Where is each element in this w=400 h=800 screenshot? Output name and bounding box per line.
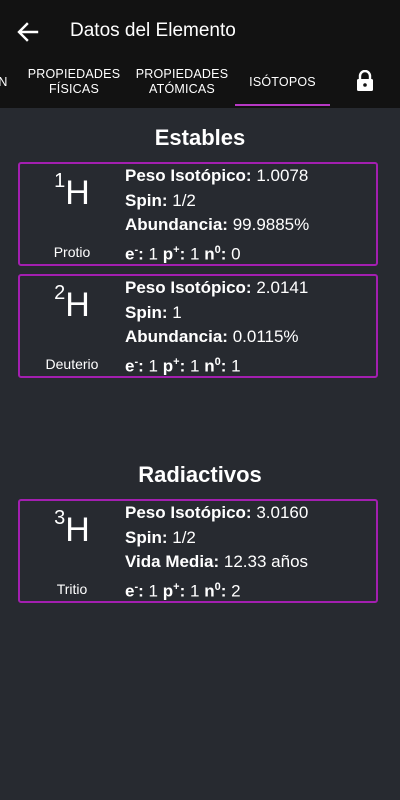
isotope-card: 1H Protio Peso Isotópico: 1.0078 Spin: 1… <box>18 162 378 266</box>
weight-value: 3.0160 <box>256 503 309 522</box>
electron-value: 1 <box>148 356 159 376</box>
mass-number: 3 <box>54 507 66 529</box>
neutron-label: n <box>204 356 215 376</box>
back-button[interactable] <box>12 18 44 46</box>
spin-row: Spin: 1 <box>125 301 308 326</box>
mass-number: 2 <box>54 282 66 304</box>
abundance-value: 0.0115% <box>232 327 299 346</box>
tab-label-line2: FÍSICAS <box>48 82 99 96</box>
tab-isotopes[interactable]: ISÓTOPOS <box>235 56 330 108</box>
isotope-details: Peso Isotópico: 2.0141 Spin: 1 Abundanci… <box>125 276 308 379</box>
neutron-label: n <box>204 581 215 601</box>
tab-partial[interactable]: N <box>0 56 10 108</box>
proton-label: p <box>162 356 174 376</box>
particles-row: e-: 1 p+: 1 n0: 1 <box>125 355 241 376</box>
tab-label-line1: PROPIEDADES <box>27 67 121 81</box>
abundance-value: 99.9885% <box>232 215 310 234</box>
lock-icon <box>357 69 373 91</box>
mass-number: 1 <box>54 170 66 192</box>
element-symbol: H <box>65 511 90 549</box>
element-symbol: H <box>65 174 90 212</box>
active-tab-indicator <box>235 104 330 106</box>
isotope-details: Peso Isotópico: 1.0078 Spin: 1/2 Abundan… <box>125 164 309 267</box>
tab-atomic-properties[interactable]: PROPIEDADES ATÓMICAS <box>132 56 232 108</box>
isotope-name: Tritio <box>56 581 88 597</box>
electron-value: 1 <box>148 581 159 601</box>
weight-row: Peso Isotópico: 3.0160 <box>125 501 308 526</box>
spin-row: Spin: 1/2 <box>125 526 308 551</box>
neutron-label: n <box>204 244 215 264</box>
tab-label: N <box>0 74 8 89</box>
proton-label: p <box>162 581 174 601</box>
isotope-card: 2H Deuterio Peso Isotópico: 2.0141 Spin:… <box>18 274 378 378</box>
abundance-row: Abundancia: 0.0115% <box>125 325 308 350</box>
element-symbol: H <box>65 286 90 324</box>
electron-value: 1 <box>148 244 159 264</box>
spin-value: 1/2 <box>172 190 196 210</box>
particles-row: e-: 1 p+: 1 n0: 2 <box>125 580 241 601</box>
isotope-symbol: 1H <box>20 170 124 213</box>
proton-value: 1 <box>189 581 200 601</box>
isotope-symbol: 2H <box>20 282 124 325</box>
isotope-name: Deuterio <box>45 356 99 372</box>
weight-row: Peso Isotópico: 1.0078 <box>125 164 309 189</box>
tab-bar: N PROPIEDADES FÍSICAS PROPIEDADES ATÓMIC… <box>0 56 400 108</box>
neutron-value: 1 <box>231 356 241 376</box>
weight-value: 1.0078 <box>256 166 309 185</box>
spin-label: Spin: <box>125 302 168 322</box>
lock-button[interactable] <box>356 69 374 92</box>
spin-value: 1 <box>172 302 182 322</box>
neutron-value: 2 <box>231 581 241 601</box>
isotope-symbol: 3H <box>20 507 124 550</box>
abundance-label: Abundancia: <box>125 327 228 346</box>
weight-label: Peso Isotópico: <box>125 166 252 185</box>
proton-value: 1 <box>189 356 200 376</box>
abundance-row: Abundancia: 99.9885% <box>125 213 309 238</box>
halflife-label: Vida Media: <box>125 552 220 571</box>
particles-row: e-: 1 p+: 1 n0: 0 <box>125 243 241 264</box>
spin-row: Spin: 1/2 <box>125 189 309 214</box>
abundance-label: Abundancia: <box>125 215 228 234</box>
section-title-radioactive: Radiactivos <box>138 462 262 487</box>
proton-label: p <box>162 244 174 264</box>
spin-label: Spin: <box>125 527 168 547</box>
app-bar: Datos del Elemento <box>0 0 400 64</box>
neutron-value: 0 <box>231 244 241 264</box>
halflife-value: 12.33 años <box>223 552 309 571</box>
isotope-card: 3H Tritio Peso Isotópico: 3.0160 Spin: 1… <box>18 499 378 603</box>
halflife-row: Vida Media: 12.33 años <box>125 550 308 575</box>
proton-value: 1 <box>189 244 200 264</box>
arrow-left-icon <box>17 22 39 42</box>
spin-value: 1/2 <box>172 527 196 547</box>
weight-label: Peso Isotópico: <box>125 503 252 522</box>
isotope-name: Protio <box>53 244 91 260</box>
weight-value: 2.0141 <box>256 278 309 297</box>
tab-label-line2: ATÓMICAS <box>149 82 215 96</box>
weight-row: Peso Isotópico: 2.0141 <box>125 276 308 301</box>
tab-label-line1: PROPIEDADES <box>135 67 229 81</box>
isotope-details: Peso Isotópico: 3.0160 Spin: 1/2 Vida Me… <box>125 501 308 604</box>
section-title-stable: Estables <box>154 125 246 150</box>
page-title: Datos del Elemento <box>70 20 236 41</box>
spin-label: Spin: <box>125 190 168 210</box>
tab-physical-properties[interactable]: PROPIEDADES FÍSICAS <box>24 56 124 108</box>
tab-label: ISÓTOPOS <box>249 74 316 89</box>
weight-label: Peso Isotópico: <box>125 278 252 297</box>
